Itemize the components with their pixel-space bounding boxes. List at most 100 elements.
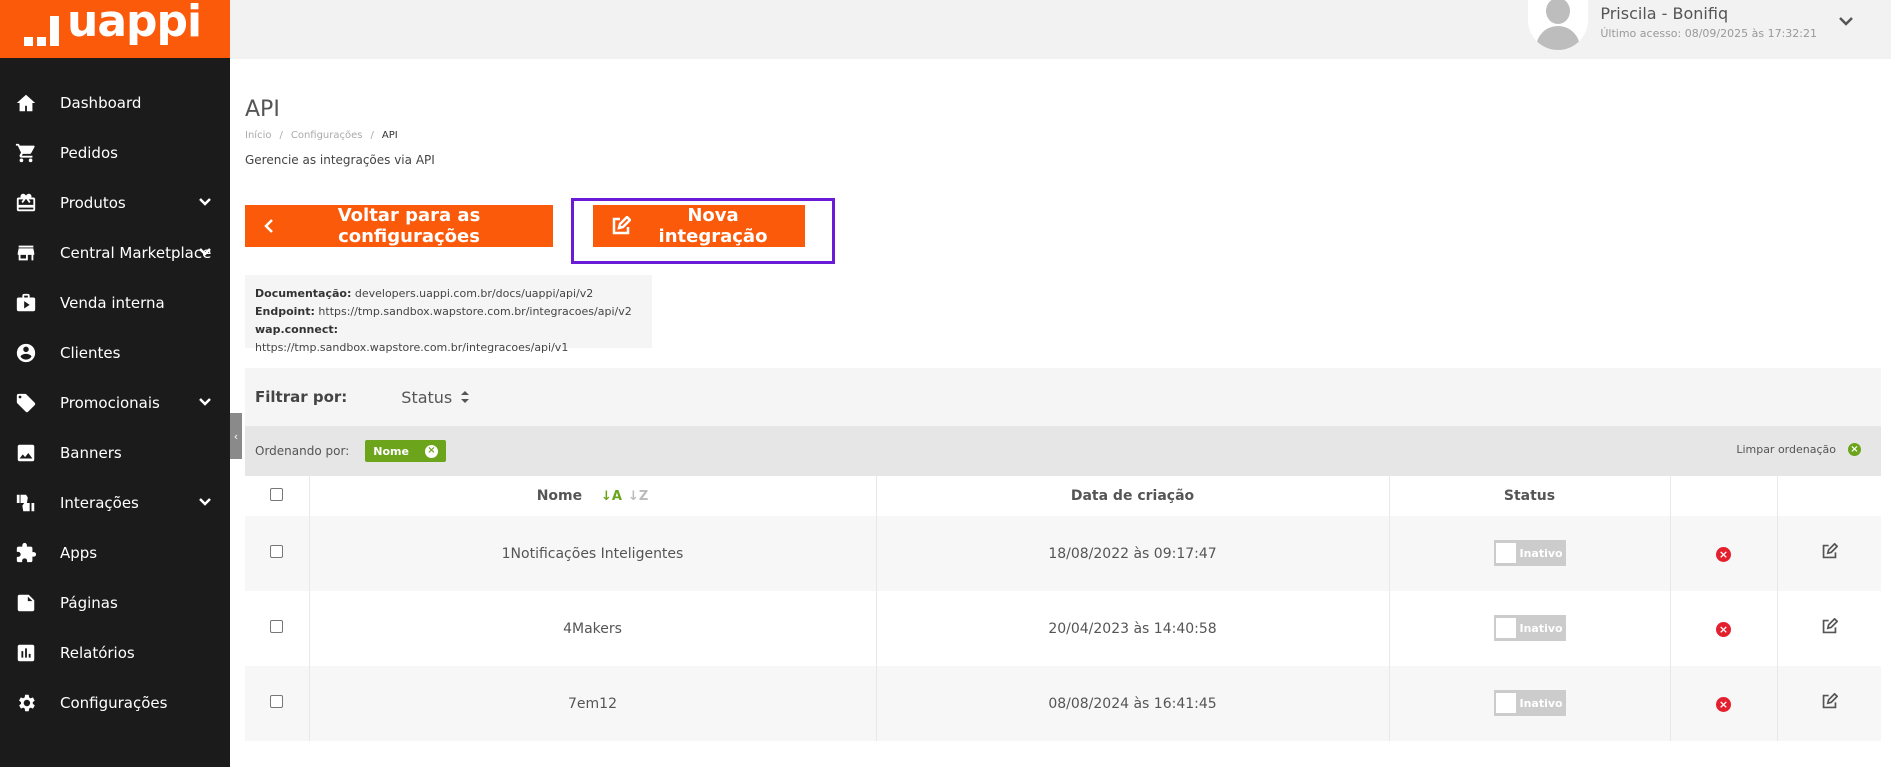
briefcase-icon bbox=[14, 291, 38, 315]
user-circle-icon bbox=[14, 341, 38, 365]
chevron-down-icon[interactable] bbox=[1837, 12, 1857, 32]
row-checkbox[interactable] bbox=[270, 695, 284, 708]
integrations-table: Nome ↓A ↓Z Data de criação Status 1Notifi… bbox=[245, 476, 1881, 741]
sidebar-item-venda-interna[interactable]: Venda interna bbox=[0, 278, 230, 328]
sidebar-item-configuracoes[interactable]: Configurações bbox=[0, 678, 230, 728]
sidebar-item-label: Banners bbox=[60, 444, 122, 462]
row-select-cell bbox=[245, 516, 310, 591]
sort-updown-icon bbox=[461, 391, 470, 403]
row-delete-cell: × bbox=[1670, 516, 1778, 591]
header-select-all bbox=[245, 476, 310, 516]
sort-chip-nome[interactable]: Nome × bbox=[365, 440, 446, 462]
row-checkbox[interactable] bbox=[270, 545, 284, 558]
chevron-left-icon bbox=[263, 218, 275, 234]
bar-chart-icon bbox=[14, 641, 38, 665]
sidebar-item-produtos[interactable]: Produtos bbox=[0, 178, 230, 228]
tag-icon bbox=[14, 391, 38, 415]
status-toggle[interactable]: Inativo bbox=[1493, 690, 1566, 716]
header-status[interactable]: Status bbox=[1389, 476, 1671, 516]
sort-asc-icon[interactable]: ↓A bbox=[601, 489, 622, 504]
sidebar-item-relatorios[interactable]: Relatórios bbox=[0, 628, 230, 678]
row-name: 1Notificações Inteligentes bbox=[309, 516, 877, 591]
sort-icons: ↓A ↓Z bbox=[601, 489, 648, 504]
sidebar-item-clientes[interactable]: Clientes bbox=[0, 328, 230, 378]
breadcrumb-item-inicio[interactable]: Início bbox=[245, 130, 271, 141]
sidebar-item-label: Produtos bbox=[60, 194, 126, 212]
sidebar-item-label: Clientes bbox=[60, 344, 121, 362]
logo-mark-icon bbox=[24, 12, 59, 46]
row-checkbox[interactable] bbox=[270, 620, 284, 633]
sidebar-item-central-marketplace[interactable]: Central Marketplace bbox=[0, 228, 230, 278]
back-button-label: Voltar para as configurações bbox=[337, 205, 481, 247]
edit-icon[interactable] bbox=[1821, 692, 1839, 714]
remove-sort-icon[interactable]: × bbox=[424, 444, 438, 458]
breadcrumb-item-configuracoes[interactable]: Configurações bbox=[291, 130, 363, 141]
topbar: Priscila - Bonifiq Último acesso: 08/09/… bbox=[230, 0, 1891, 59]
gear-icon bbox=[14, 691, 38, 715]
status-toggle[interactable]: Inativo bbox=[1493, 540, 1566, 566]
header-actions-2 bbox=[1777, 476, 1881, 516]
row-edit-cell bbox=[1777, 591, 1881, 666]
row-select-cell bbox=[245, 666, 310, 741]
sidebar-item-pedidos[interactable]: Pedidos bbox=[0, 128, 230, 178]
sidebar-item-dashboard[interactable]: Dashboard bbox=[0, 78, 230, 128]
documentation-link[interactable]: developers.uappi.com.br/docs/uappi/api/v… bbox=[351, 287, 593, 300]
sidebar-item-interacoes[interactable]: Interações bbox=[0, 478, 230, 528]
new-integration-button[interactable]: Nova integração bbox=[593, 205, 805, 247]
sort-label: Ordenando por: bbox=[255, 444, 350, 458]
new-integration-label: Nova integração bbox=[658, 205, 768, 247]
delete-icon[interactable]: × bbox=[1716, 621, 1731, 637]
user-menu[interactable]: Priscila - Bonifiq Último acesso: 08/09/… bbox=[1528, 0, 1857, 50]
uappi-logo[interactable]: uappi bbox=[0, 0, 230, 58]
delete-icon[interactable]: × bbox=[1716, 546, 1731, 562]
clear-sort-icon: × bbox=[1848, 443, 1861, 456]
filter-bar: Filtrar por: Status bbox=[245, 368, 1881, 426]
row-name: 4Makers bbox=[309, 591, 877, 666]
header-name[interactable]: Nome ↓A ↓Z bbox=[309, 476, 877, 516]
store-icon bbox=[14, 241, 38, 265]
sidebar-nav: Dashboard Pedidos Produtos Central Marke… bbox=[0, 58, 230, 728]
user-last-access: Último acesso: 08/09/2025 às 17:32:21 bbox=[1600, 27, 1817, 40]
edit-icon[interactable] bbox=[1821, 617, 1839, 639]
sidebar-item-apps[interactable]: Apps bbox=[0, 528, 230, 578]
sidebar-item-paginas[interactable]: Páginas bbox=[0, 578, 230, 628]
sidebar-collapse-toggle[interactable]: ‹ bbox=[230, 413, 242, 459]
row-created: 18/08/2022 às 09:17:47 bbox=[876, 516, 1390, 591]
sidebar-item-label: Relatórios bbox=[60, 644, 135, 662]
sidebar-item-label: Promocionais bbox=[60, 394, 160, 412]
status-filter-dropdown[interactable]: Status bbox=[401, 388, 470, 407]
main-content: API Início / Configurações / API Gerenci… bbox=[245, 59, 1881, 741]
status-toggle[interactable]: Inativo bbox=[1493, 615, 1566, 641]
row-edit-cell bbox=[1777, 516, 1881, 591]
page-subtitle: Gerencie as integrações via API bbox=[245, 153, 435, 167]
user-info: Priscila - Bonifiq Último acesso: 08/09/… bbox=[1600, 0, 1817, 40]
sort-desc-icon[interactable]: ↓Z bbox=[628, 489, 648, 504]
chevron-down-icon bbox=[198, 495, 212, 509]
select-all-checkbox[interactable] bbox=[270, 487, 284, 501]
puzzle-icon bbox=[14, 541, 38, 565]
clear-sort-button[interactable]: Limpar ordenação × bbox=[1736, 443, 1861, 456]
delete-icon[interactable]: × bbox=[1716, 696, 1731, 712]
sidebar-item-label: Apps bbox=[60, 544, 98, 562]
documentation-line: Documentação: developers.uappi.com.br/do… bbox=[255, 287, 594, 300]
row-status-cell: Inativo bbox=[1389, 516, 1671, 591]
thumbs-icon bbox=[14, 491, 38, 515]
back-to-settings-button[interactable]: Voltar para as configurações bbox=[245, 205, 553, 247]
sidebar-item-label: Páginas bbox=[60, 594, 118, 612]
chevron-down-icon bbox=[198, 195, 212, 209]
page-icon bbox=[14, 591, 38, 615]
breadcrumb: Início / Configurações / API bbox=[245, 130, 1881, 141]
sidebar-item-label: Interações bbox=[60, 494, 139, 512]
row-status-cell: Inativo bbox=[1389, 591, 1671, 666]
table-header: Nome ↓A ↓Z Data de criação Status bbox=[245, 476, 1881, 516]
row-edit-cell bbox=[1777, 666, 1881, 741]
home-icon bbox=[14, 91, 38, 115]
avatar bbox=[1528, 0, 1589, 50]
sidebar-item-promocionais[interactable]: Promocionais bbox=[0, 378, 230, 428]
sidebar-item-banners[interactable]: Banners bbox=[0, 428, 230, 478]
header-created[interactable]: Data de criação bbox=[876, 476, 1390, 516]
edit-icon[interactable] bbox=[1821, 542, 1839, 564]
sidebar-item-label: Pedidos bbox=[60, 144, 118, 162]
header-actions-1 bbox=[1670, 476, 1778, 516]
sidebar-item-label: Configurações bbox=[60, 694, 168, 712]
